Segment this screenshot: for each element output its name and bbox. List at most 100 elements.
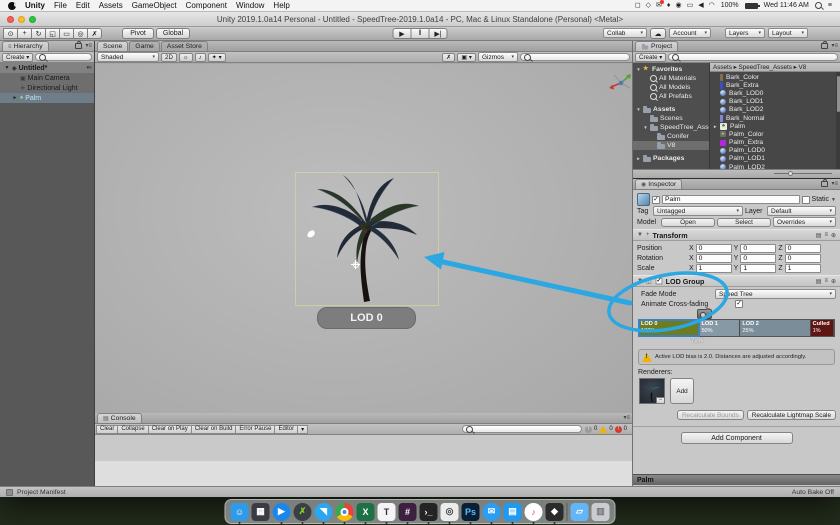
preview-drawer[interactable]: Palm <box>633 474 840 485</box>
lod-segment[interactable]: LOD 0 100% <box>639 320 699 336</box>
menu-edit[interactable]: Edit <box>76 1 90 10</box>
dock-icon[interactable]: ▥ <box>592 503 610 521</box>
dock-icon[interactable]: Ps <box>462 503 480 521</box>
dock-icon[interactable]: X <box>357 503 375 521</box>
presets-icon[interactable]: ≡ <box>824 278 828 285</box>
transform-tool-button[interactable]: ◱ <box>45 28 60 39</box>
z-field[interactable]: 1 <box>785 264 821 273</box>
palm-tree-model[interactable] <box>298 168 438 308</box>
tab-inspector[interactable]: ◉Inspector <box>635 179 682 189</box>
help-icon[interactable]: ▤ <box>816 232 822 239</box>
dock-icon[interactable]: ◥ <box>315 503 333 521</box>
x-field[interactable]: 0 <box>696 244 732 253</box>
menu-assets[interactable]: Assets <box>99 1 123 10</box>
asset-item[interactable]: Bark_Extra <box>710 81 835 89</box>
tab-project[interactable]: Project <box>635 41 678 51</box>
project-tree-item[interactable]: All Materials <box>633 74 709 83</box>
console-button[interactable]: Clear <box>96 425 118 434</box>
layers-dropdown[interactable]: Layers▾ <box>725 28 765 38</box>
transform-tool-button[interactable]: ↻ <box>31 28 46 39</box>
static-checkbox[interactable] <box>802 196 810 204</box>
transform-tool-button[interactable]: ◎ <box>73 28 88 39</box>
status-icon[interactable]: ♦ <box>667 2 671 10</box>
y-field[interactable]: 0 <box>740 254 776 263</box>
step-button[interactable]: ▶| <box>429 28 448 39</box>
warning-count-icon[interactable] <box>599 426 607 433</box>
status-message[interactable]: Project Manifest <box>17 489 66 496</box>
gear-icon[interactable]: ⊕ <box>831 278 836 285</box>
gameobject-name-field[interactable]: Palm <box>662 195 800 204</box>
icon-size-slider[interactable] <box>774 173 832 174</box>
scene-audio-toggle[interactable]: ♪ <box>195 53 206 62</box>
panel-menu-icon[interactable]: ▾≡ <box>623 414 630 421</box>
hierarchy-create-button[interactable]: Create ▾ <box>2 53 33 62</box>
asset-item[interactable]: Palm_LOD0 <box>710 147 835 155</box>
x-field[interactable]: 0 <box>696 254 732 263</box>
z-field[interactable]: 0 <box>785 254 821 263</box>
presets-icon[interactable]: ≡ <box>824 232 828 239</box>
pivot-toggle[interactable]: Pivot <box>122 28 154 39</box>
status-icon[interactable]: ◻ <box>635 2 641 10</box>
scene-tools-icon[interactable]: ✗ <box>442 53 455 62</box>
dock-icon[interactable]: ▦ <box>252 503 270 521</box>
breadcrumb[interactable]: Assets ▸ SpeedTree_Assets ▸ V8 <box>710 63 840 72</box>
lod-segment[interactable]: Culled 1% <box>811 320 834 336</box>
scene-view-tab[interactable]: Scene <box>97 41 128 51</box>
asset-item[interactable]: ► Palm <box>710 122 835 130</box>
window-titlebar[interactable]: Unity 2019.1.0a14 Personal - Untitled - … <box>0 12 840 27</box>
console-button[interactable]: Clear on Play <box>148 425 192 434</box>
dock-icon[interactable]: ☺ <box>231 503 249 521</box>
dock-icon[interactable] <box>336 503 354 521</box>
transform-tool-button[interactable]: ⊙ <box>3 28 18 39</box>
scene-fx-dropdown[interactable]: ✦ ▾ <box>208 53 226 62</box>
transform-tool-button[interactable]: + <box>17 28 32 39</box>
dock-icon[interactable] <box>567 503 568 521</box>
scene-view-tab[interactable]: Asset Store <box>161 41 208 51</box>
layer-dropdown[interactable]: Default▾ <box>767 206 836 216</box>
apple-menu-icon[interactable] <box>8 2 16 10</box>
menu-help[interactable]: Help <box>273 1 289 10</box>
scrollbar[interactable] <box>836 72 840 170</box>
status-icon[interactable]: ◇ <box>646 2 651 10</box>
gear-icon[interactable]: ⊕ <box>831 232 836 239</box>
lod-segment[interactable]: LOD 2 25% <box>740 320 810 336</box>
info-count-icon[interactable]: ! <box>585 426 592 433</box>
y-field[interactable]: 1 <box>740 264 776 273</box>
console-log-list[interactable] <box>95 435 632 462</box>
project-tree-item[interactable]: Conifer <box>633 132 709 141</box>
asset-item[interactable]: Bark_Normal <box>710 114 835 122</box>
play-button[interactable]: ▶ <box>393 28 412 39</box>
console-button[interactable]: Error Pause <box>235 425 275 434</box>
project-tree-item[interactable]: All Models <box>633 83 709 92</box>
project-tree-item[interactable]: ▼ Favorites <box>633 65 709 74</box>
collab-dropdown[interactable]: Collab▾ <box>603 28 647 38</box>
auto-bake-status[interactable]: Auto Bake Off <box>792 489 834 496</box>
dock-icon[interactable]: T <box>378 503 396 521</box>
light-gizmo-icon[interactable] <box>351 260 360 269</box>
panel-menu-icon[interactable]: ▾≡ <box>831 180 838 187</box>
tab-console[interactable]: ▤Console <box>97 413 142 423</box>
project-create-button[interactable]: Create ▾ <box>635 53 666 62</box>
menu-file[interactable]: File <box>54 1 67 10</box>
hierarchy-item[interactable]: ► ♠ Palm <box>0 93 94 103</box>
pause-button[interactable]: ‖ <box>411 28 430 39</box>
status-icon[interactable]: ✉ <box>656 2 662 10</box>
status-icon[interactable]: ◀ <box>698 2 703 10</box>
dock-icon[interactable]: ›_ <box>420 503 438 521</box>
project-tree-item[interactable]: All Prefabs <box>633 92 709 101</box>
add-component-button[interactable]: Add Component <box>681 432 793 444</box>
console-button[interactable]: Clear on Build <box>191 425 237 434</box>
console-button[interactable]: Editor <box>274 425 298 434</box>
asset-item[interactable]: Palm_Extra <box>710 139 835 147</box>
lod-group-enabled-checkbox[interactable]: ✓ <box>655 278 662 285</box>
scene-search-input[interactable] <box>520 53 630 61</box>
layout-dropdown[interactable]: Layout▾ <box>768 28 808 38</box>
console-button[interactable]: Collapse <box>117 425 148 434</box>
y-field[interactable]: 0 <box>740 244 776 253</box>
project-search-input[interactable] <box>668 53 838 61</box>
shading-mode-dropdown[interactable]: Shaded▾ <box>97 52 159 62</box>
help-icon[interactable]: ▤ <box>816 278 822 285</box>
dock-icon[interactable]: ♪ <box>525 503 543 521</box>
model-open-button[interactable]: Open <box>661 218 715 227</box>
panel-menu-icon[interactable]: ▾≡ <box>831 42 838 49</box>
